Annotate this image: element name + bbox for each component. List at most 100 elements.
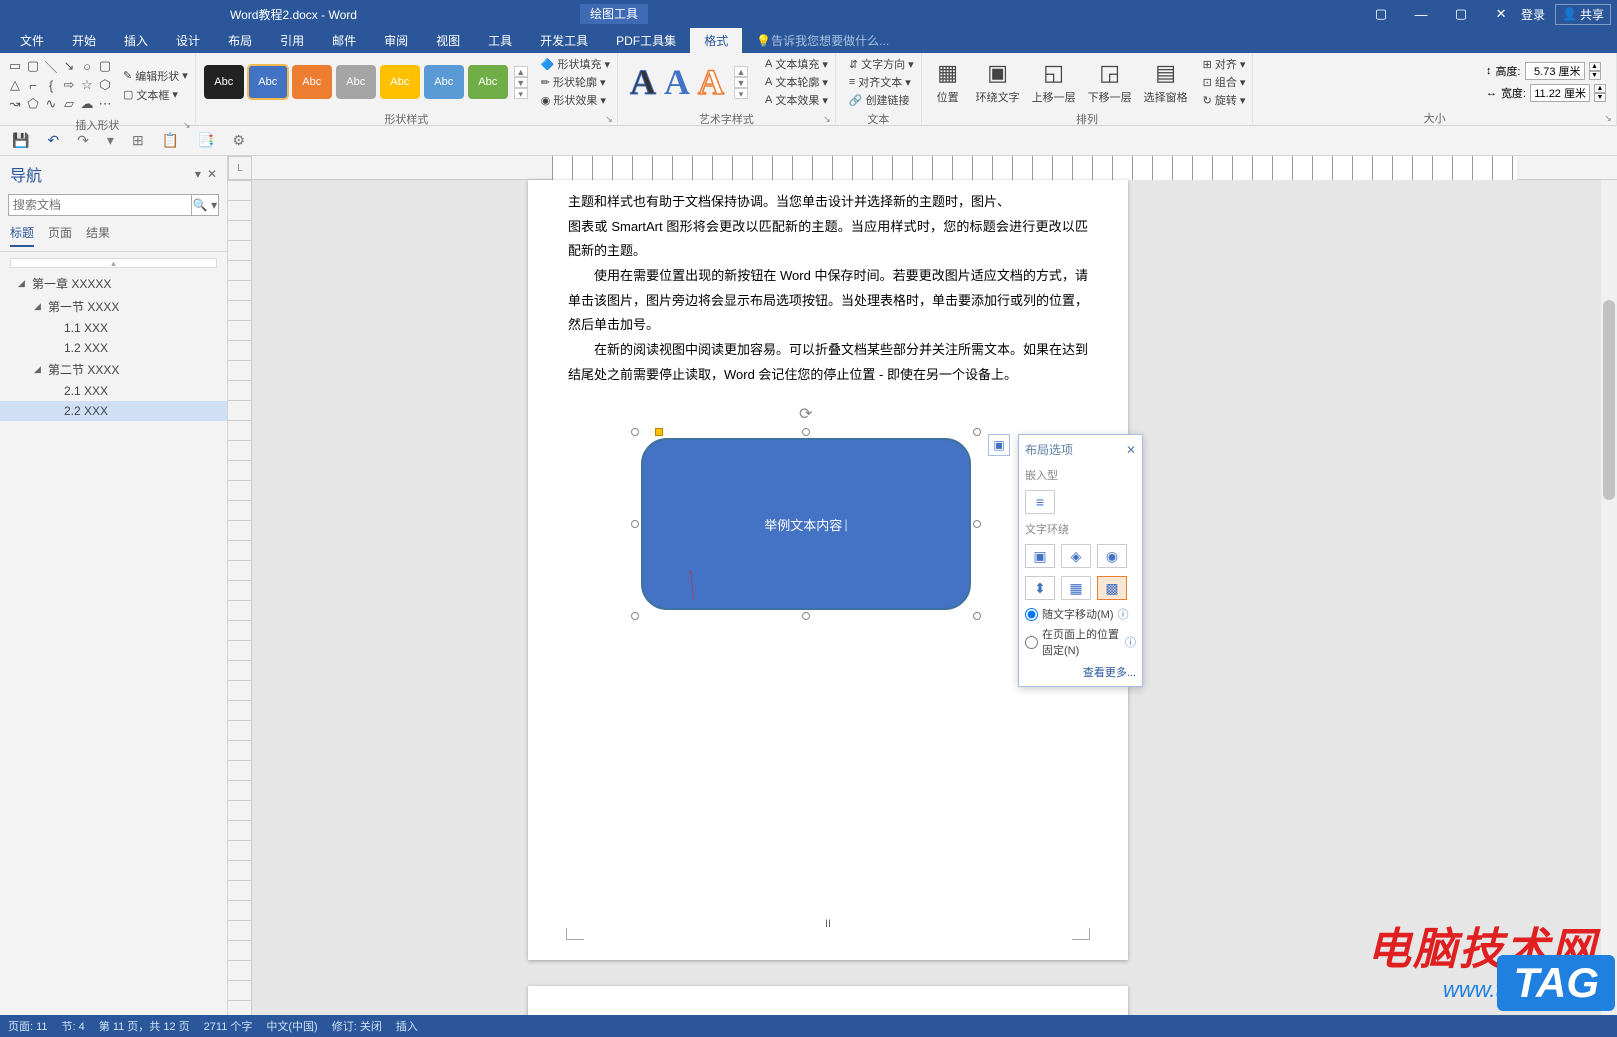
layout-options-button[interactable]: ▣ [988, 434, 1010, 456]
text-fill-button[interactable]: A文本填充 ▾ [762, 55, 831, 73]
text-direction-button[interactable]: ⇵文字方向 ▾ [846, 55, 917, 73]
shape-line-icon[interactable]: ＼ [42, 57, 60, 75]
layout-inline[interactable]: ≡ [1025, 490, 1055, 514]
tree-item[interactable]: ◢第一章 XXXXX [0, 272, 227, 295]
style-blue[interactable]: Abc [248, 65, 288, 99]
create-link-button[interactable]: 🔗创建链接 [846, 91, 917, 109]
status-page[interactable]: 页面: 11 [8, 1018, 48, 1034]
align-text-button[interactable]: ≡对齐文本 ▾ [846, 73, 917, 91]
close-icon[interactable]: ✕ [1481, 0, 1521, 28]
shape-elbow-icon[interactable]: ⌐ [24, 76, 42, 94]
wordart-style-2[interactable]: A [664, 61, 690, 103]
shape-arrow-icon[interactable]: ↘ [60, 57, 78, 75]
style-lightblue[interactable]: Abc [424, 65, 464, 99]
tab-mailings[interactable]: 邮件 [318, 28, 370, 53]
resize-handle-bl[interactable] [631, 612, 639, 620]
resize-handle-br[interactable] [973, 612, 981, 620]
tree-item[interactable]: 1.1 XXX [0, 318, 227, 338]
style-yellow[interactable]: Abc [380, 65, 420, 99]
shape-arrow2-icon[interactable]: ⇨ [60, 76, 78, 94]
dialog-launcher-icon[interactable]: ↘ [603, 114, 615, 126]
shape-content[interactable]: 举例文本内容| [641, 438, 971, 610]
horizontal-ruler[interactable] [252, 156, 1617, 180]
qat-icon-2[interactable]: 📋 [162, 132, 179, 149]
ruler-corner[interactable]: L [228, 156, 252, 180]
dialog-launcher-icon[interactable]: ↘ [1602, 113, 1614, 125]
shape-rect-icon[interactable]: ▭ [6, 57, 24, 75]
shape-cloud-icon[interactable]: ☁ [78, 95, 96, 113]
nav-search-input[interactable] [8, 194, 191, 216]
wordart-gallery[interactable]: A A A ▲▼▾ [622, 61, 756, 103]
width-input[interactable] [1530, 84, 1590, 102]
group-button[interactable]: ⊡组合 ▾ [1200, 73, 1249, 91]
tree-item[interactable]: ◢第一节 XXXX [0, 295, 227, 318]
resize-handle-r[interactable] [973, 520, 981, 528]
style-green[interactable]: Abc [468, 65, 508, 99]
redo-icon[interactable]: ↷ [77, 132, 89, 149]
dialog-launcher-icon[interactable]: ↘ [181, 120, 193, 132]
qat-more-icon[interactable]: ▾ [107, 132, 114, 149]
style-orange[interactable]: Abc [292, 65, 332, 99]
send-backward-button[interactable]: ◲下移一层 [1082, 57, 1138, 107]
tab-references[interactable]: 引用 [266, 28, 318, 53]
wordart-style-1[interactable]: A [630, 61, 656, 103]
status-track[interactable]: 修订: 关闭 [332, 1018, 382, 1034]
gallery-scroll[interactable]: ▲▼▾ [514, 66, 528, 99]
page-body-text[interactable]: 主题和样式也有助于文档保持协调。当您单击设计并选择新的主题时，图片、 图表或 S… [528, 180, 1128, 388]
layout-tight[interactable]: ◈ [1061, 544, 1091, 568]
tab-tools[interactable]: 工具 [474, 28, 526, 53]
adjust-handle[interactable] [655, 428, 663, 436]
save-icon[interactable]: 💾 [12, 132, 29, 149]
status-pages[interactable]: 第 11 页，共 12 页 [99, 1018, 190, 1034]
shape-fill-button[interactable]: 🔷形状填充 ▾ [538, 55, 613, 73]
textbox-button[interactable]: ▢文本框 ▾ [120, 86, 191, 104]
shape-poly-icon[interactable]: ⬠ [24, 95, 42, 113]
undo-icon[interactable]: ↶ [47, 132, 59, 149]
document-page[interactable]: 主题和样式也有助于文档保持协调。当您单击设计并选择新的主题时，图片、 图表或 S… [528, 180, 1128, 960]
position-button[interactable]: ▦位置 [926, 57, 970, 107]
edit-shape-button[interactable]: ✎编辑形状 ▾ [120, 67, 191, 85]
vertical-scrollbar[interactable] [1601, 180, 1617, 1015]
qat-icon-3[interactable]: 📑 [197, 132, 214, 149]
rotate-button[interactable]: ↻旋转 ▾ [1200, 91, 1249, 109]
shape-style-gallery[interactable]: Abc Abc Abc Abc Abc Abc Abc ▲▼▾ [200, 65, 532, 99]
shape-star-icon[interactable]: ☆ [78, 76, 96, 94]
style-gray[interactable]: Abc [336, 65, 376, 99]
tab-format[interactable]: 格式 [690, 28, 742, 53]
status-insert[interactable]: 插入 [396, 1018, 418, 1034]
height-spinner[interactable]: ▲▼ [1589, 62, 1601, 80]
tell-me[interactable]: 💡 告诉我您想要做什么... [742, 28, 1611, 53]
shape-gallery[interactable]: ▭▢＼↘○▢ △⌐{⇨☆⬡ ↝⬠∿▱☁⋯ [4, 55, 116, 115]
tree-item[interactable]: 2.1 XXX [0, 381, 227, 401]
resize-handle-tr[interactable] [973, 428, 981, 436]
shape-brace-icon[interactable]: { [42, 76, 60, 94]
tab-review[interactable]: 审阅 [370, 28, 422, 53]
tab-pdf[interactable]: PDF工具集 [602, 28, 690, 53]
maximize-icon[interactable]: ▢ [1441, 0, 1481, 28]
text-outline-button[interactable]: A文本轮廓 ▾ [762, 73, 831, 91]
document-area[interactable]: L 主题和样式也有助于文档保持协调。当您单击设计并选择新的主题时，图片、 图表或… [228, 156, 1617, 1015]
shape-callout-icon[interactable]: ▱ [60, 95, 78, 113]
tree-item[interactable]: ◢第二节 XXXX [0, 358, 227, 381]
scroll-thumb[interactable] [1603, 300, 1615, 500]
layout-behind[interactable]: ▦ [1061, 576, 1091, 600]
nav-tab-pages[interactable]: 页面 [48, 224, 72, 247]
qat-icon-4[interactable]: ⚙ [233, 132, 246, 149]
minimize-icon[interactable]: — [1401, 0, 1441, 28]
tab-insert[interactable]: 插入 [110, 28, 162, 53]
tab-view[interactable]: 视图 [422, 28, 474, 53]
width-spinner[interactable]: ▲▼ [1594, 84, 1606, 102]
nav-tab-headings[interactable]: 标题 [10, 224, 34, 247]
selection-pane-button[interactable]: ▤选择窗格 [1138, 57, 1194, 107]
layout-front[interactable]: ▩ [1097, 576, 1127, 600]
tab-home[interactable]: 开始 [58, 28, 110, 53]
tree-item[interactable]: 2.2 XXX [0, 401, 227, 421]
tab-design[interactable]: 设计 [162, 28, 214, 53]
align-button[interactable]: ⊞对齐 ▾ [1200, 55, 1249, 73]
qat-icon-1[interactable]: ⊞ [132, 132, 144, 149]
resize-handle-tl[interactable] [631, 428, 639, 436]
layout-through[interactable]: ◉ [1097, 544, 1127, 568]
share-button[interactable]: 👤共享 [1555, 4, 1611, 25]
tab-file[interactable]: 文件 [6, 28, 58, 53]
shape-more-icon[interactable]: ⋯ [96, 95, 114, 113]
